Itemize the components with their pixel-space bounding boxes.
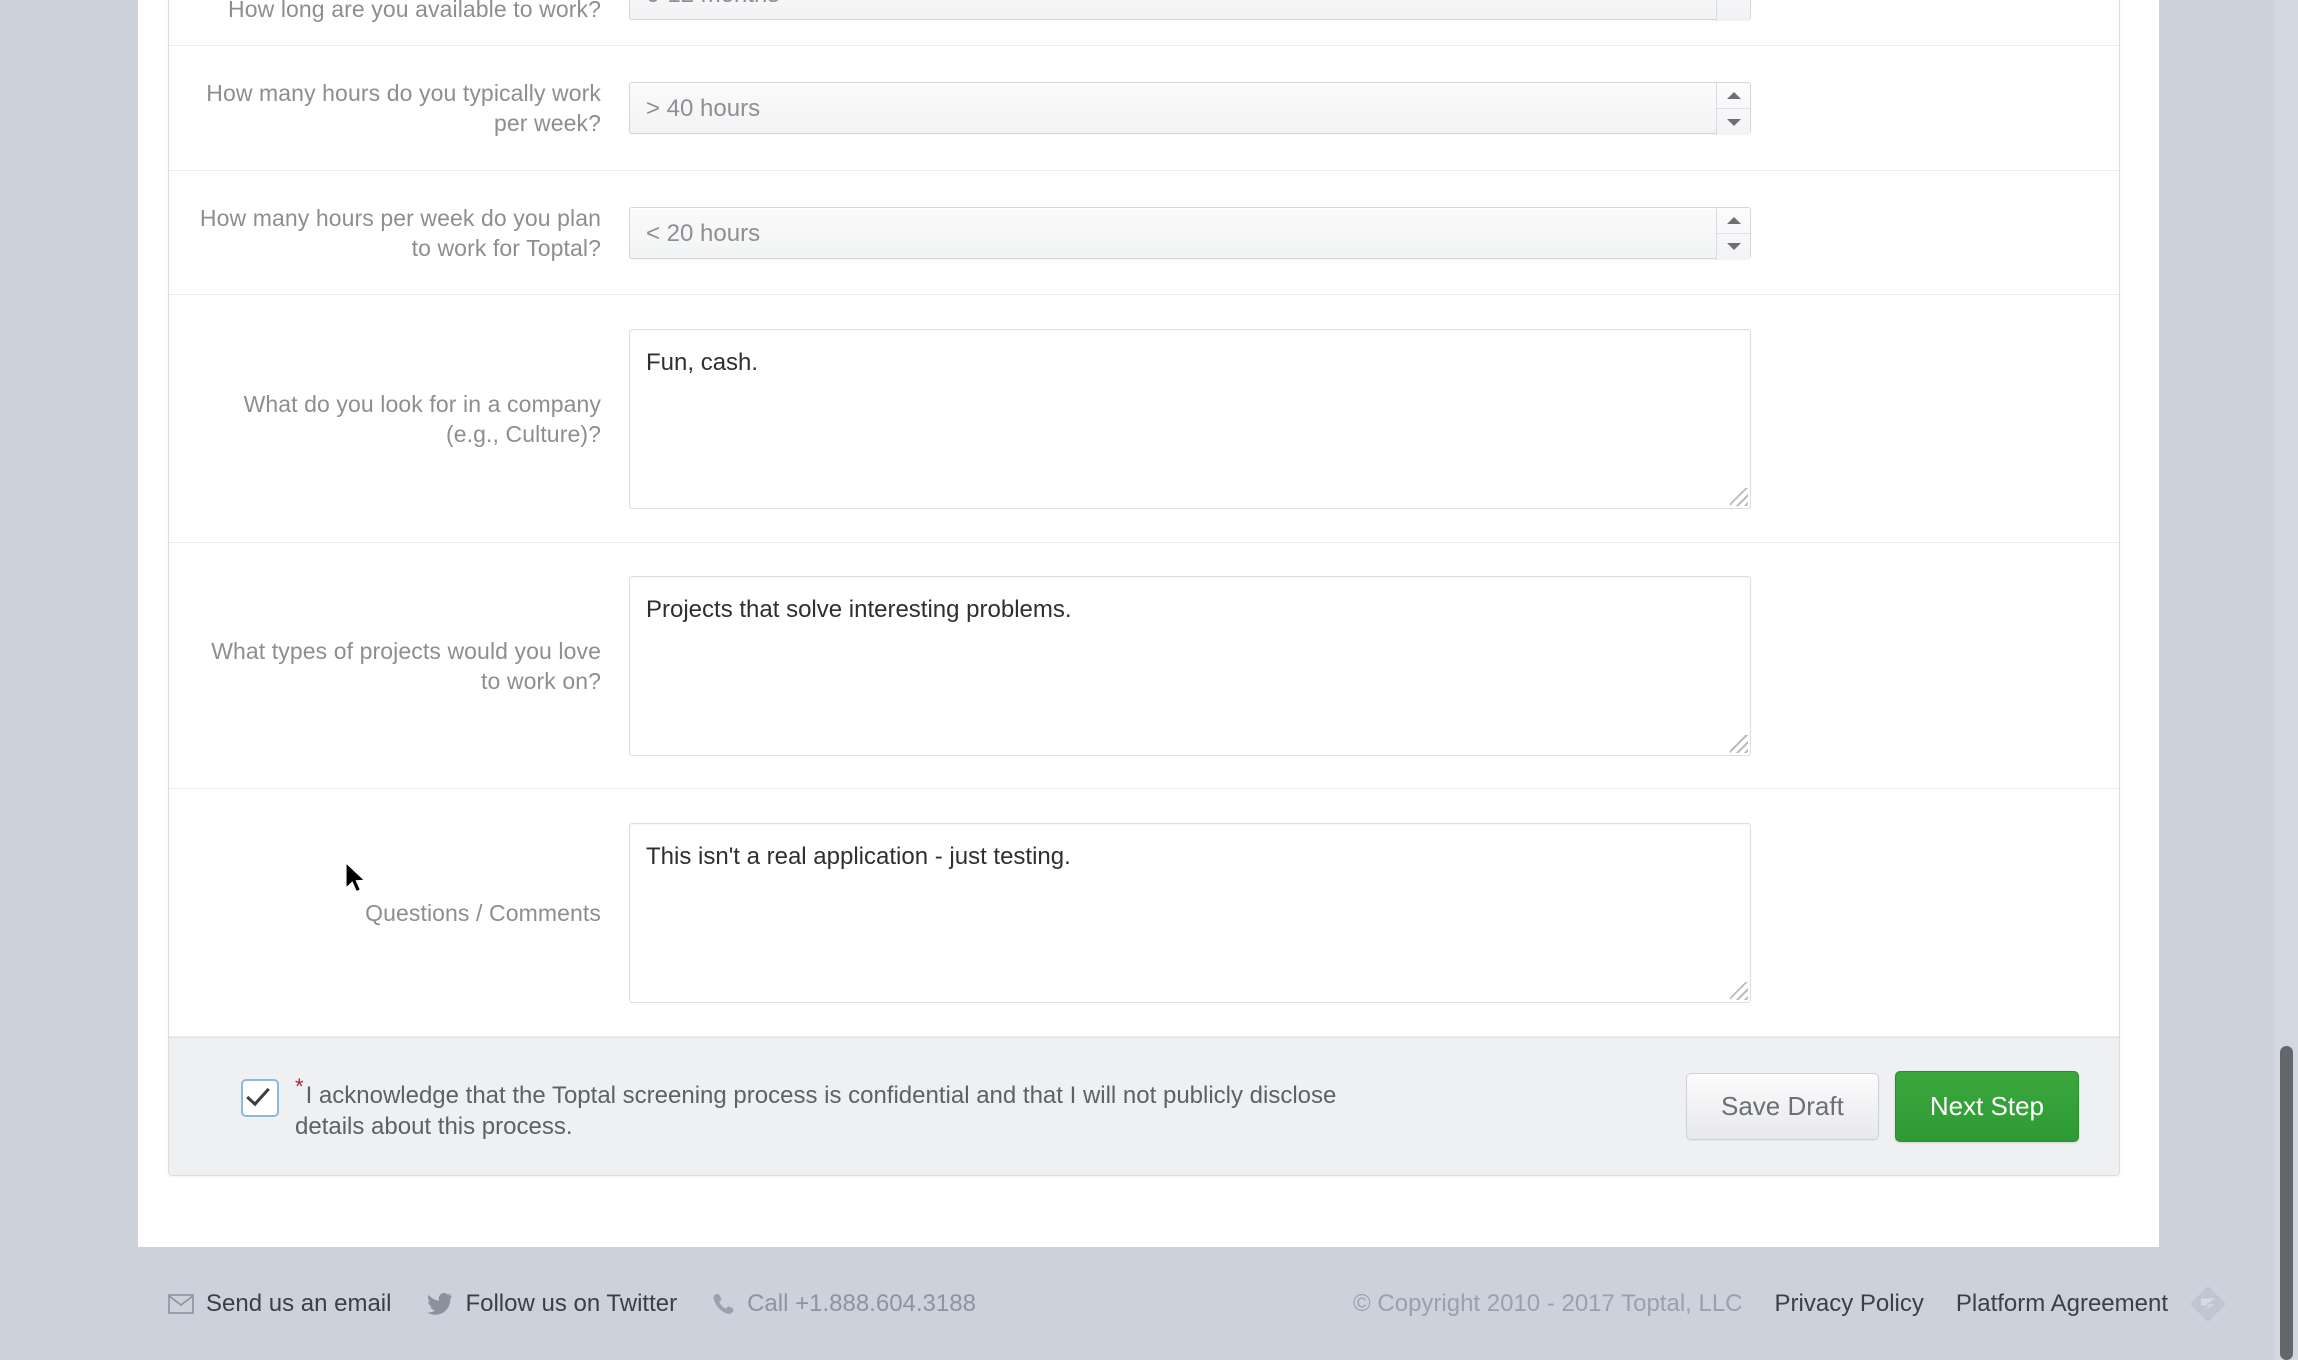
resize-grip-icon[interactable]	[1730, 487, 1748, 506]
form-row-questions-comments: Questions / Comments This isn't a real a…	[169, 789, 2119, 1037]
typical-hours-value: > 40 hours	[646, 95, 761, 122]
spinner-up-icon[interactable]	[1717, 83, 1750, 109]
spinner-down-icon[interactable]	[1717, 109, 1750, 135]
questions-comments-textarea[interactable]: This isn't a real application - just tes…	[629, 822, 1751, 1003]
envelope-icon	[168, 1293, 194, 1314]
required-asterisk: *	[295, 1074, 304, 1099]
field-company-culture: Fun, cash.	[629, 315, 2119, 523]
field-availability: 6-12 months	[629, 0, 2119, 21]
field-project-types: Projects that solve interesting problems…	[629, 562, 2119, 770]
footer-email-link[interactable]: Send us an email	[168, 1290, 391, 1318]
availability-select[interactable]: 6-12 months	[629, 0, 1751, 21]
form-action-bar: *I acknowledge that the Toptal screening…	[169, 1037, 2119, 1175]
next-step-button[interactable]: Next Step	[1894, 1071, 2079, 1142]
toptal-hours-value: < 20 hours	[646, 219, 761, 247]
action-buttons: Save Draft Next Step	[1686, 1071, 2079, 1142]
field-toptal-hours: < 20 hours	[629, 193, 2119, 273]
footer-email-label: Send us an email	[206, 1289, 392, 1317]
resize-grip-icon[interactable]	[1730, 734, 1748, 753]
label-project-types: What types of projects would you love to…	[211, 637, 601, 694]
company-culture-text: Fun, cash.	[646, 348, 759, 376]
footer-twitter-link[interactable]: Follow us on Twitter	[427, 1290, 677, 1318]
form-row-typical-hours: How many hours do you typically work per…	[169, 46, 2119, 171]
resize-grip-icon[interactable]	[1730, 981, 1748, 1000]
availability-select-value: 6-12 months	[646, 0, 779, 21]
form-row-toptal-hours: How many hours per week do you plan to w…	[169, 171, 2119, 295]
footer-phone-label: Call +1.888.604.3188	[747, 1289, 976, 1317]
form-row-availability: How long are you available to work? 6-12…	[169, 0, 2119, 46]
footer-legal-links: © Copyright 2010 - 2017 Toptal, LLC Priv…	[1353, 1290, 2168, 1318]
label-availability: How long are you available to work?	[228, 0, 601, 22]
questions-comments-text: This isn't a real application - just tes…	[646, 842, 1071, 870]
spinner-down-icon[interactable]	[1717, 234, 1750, 260]
acknowledgement-text: I acknowledge that the Toptal screening …	[295, 1082, 1337, 1140]
field-questions-comments: This isn't a real application - just tes…	[629, 809, 2119, 1017]
site-footer: Send us an email Follow us on Twitter Ca…	[0, 1247, 2298, 1360]
acknowledgement-label: *I acknowledge that the Toptal screening…	[295, 1071, 1395, 1142]
acknowledgement-checkbox[interactable]	[241, 1079, 279, 1117]
toptal-diamond-logo	[2189, 1285, 2227, 1322]
save-draft-button[interactable]: Save Draft	[1686, 1073, 1879, 1140]
label-questions-comments: Questions / Comments	[365, 899, 601, 926]
company-culture-textarea[interactable]: Fun, cash.	[629, 328, 1751, 509]
chevron-down-icon[interactable]	[1716, 0, 1750, 21]
application-form-card: How long are you available to work? 6-12…	[168, 0, 2120, 1176]
label-company-culture: What do you look for in a company (e.g.,…	[243, 390, 601, 447]
field-typical-hours: > 40 hours	[629, 68, 2119, 148]
project-types-textarea[interactable]: Projects that solve interesting problems…	[629, 575, 1751, 756]
typical-hours-spinner[interactable]: > 40 hours	[629, 82, 1751, 135]
footer-copyright: © Copyright 2010 - 2017 Toptal, LLC	[1353, 1289, 1743, 1317]
spinner-control[interactable]	[1716, 83, 1750, 135]
footer-twitter-label: Follow us on Twitter	[465, 1289, 678, 1317]
label-typical-hours: How many hours do you typically work per…	[206, 80, 601, 136]
footer-platform-agreement-link[interactable]: Platform Agreement	[1956, 1290, 2168, 1318]
toptal-hours-spinner[interactable]: < 20 hours	[629, 206, 1751, 260]
checkmark-icon	[246, 1081, 270, 1107]
footer-phone-link[interactable]: Call +1.888.604.3188	[713, 1290, 976, 1318]
form-row-company-culture: What do you look for in a company (e.g.,…	[169, 295, 2119, 543]
footer-contact-links: Send us an email Follow us on Twitter Ca…	[168, 1290, 976, 1318]
form-row-project-types: What types of projects would you love to…	[169, 543, 2119, 789]
phone-icon	[713, 1293, 734, 1314]
footer-privacy-policy-link[interactable]: Privacy Policy	[1775, 1290, 1924, 1318]
label-toptal-hours: How many hours per week do you plan to w…	[199, 204, 601, 261]
page-scrollbar-thumb[interactable]	[2280, 1046, 2293, 1360]
page-scrollbar-track[interactable]	[2274, 0, 2298, 1360]
spinner-control[interactable]	[1716, 207, 1750, 260]
twitter-bird-icon	[427, 1292, 453, 1315]
acknowledgement-group: *I acknowledge that the Toptal screening…	[241, 1071, 1686, 1142]
application-page: How long are you available to work? 6-12…	[0, 0, 2298, 1360]
spinner-up-icon[interactable]	[1717, 208, 1750, 234]
project-types-text: Projects that solve interesting problems…	[646, 595, 1072, 623]
